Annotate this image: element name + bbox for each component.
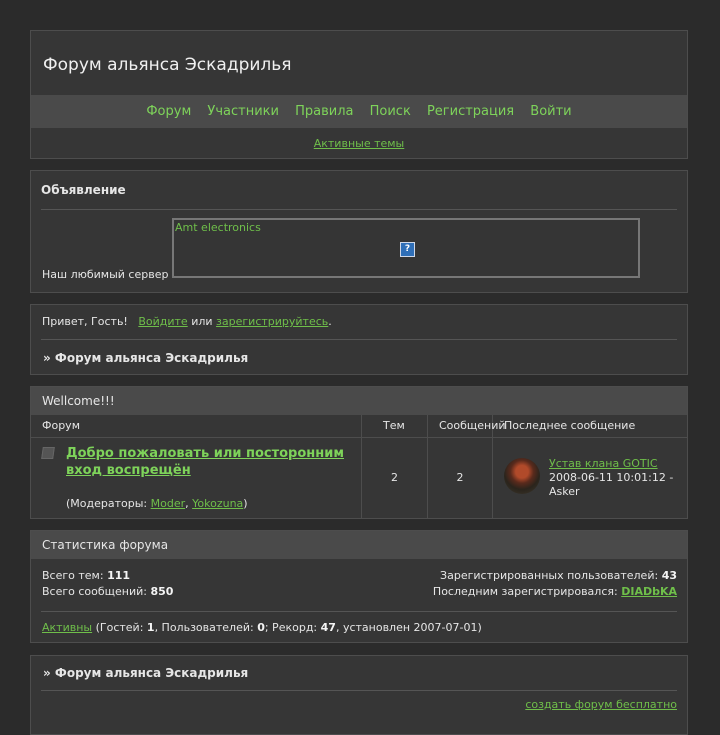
nav-search[interactable]: Поиск [370, 104, 411, 119]
online-summary: Активны (Гостей: 1, Пользователей: 0; Ре… [42, 621, 482, 634]
divider [41, 611, 677, 612]
divider [41, 339, 677, 340]
forum-header: Форум альянса Эскадрилья Форум Участники… [30, 30, 688, 159]
forum-title: Форум альянса Эскадрилья [43, 55, 292, 75]
registered-users: Зарегистрированных пользователей: 43 [440, 569, 677, 582]
avatar [504, 458, 540, 494]
footer-panel: » Форум альянса Эскадрилья создать форум… [30, 655, 688, 735]
last-registered: Последним зарегистрировался: DIADbKA [433, 585, 677, 598]
moderators-close: ) [243, 497, 248, 510]
announcement-heading: Объявление [41, 183, 126, 197]
col-forum: Форум [42, 419, 80, 432]
nav-members[interactable]: Участники [207, 104, 279, 119]
total-posts: Всего сообщений: 850 [42, 585, 173, 598]
breadcrumb[interactable]: » Форум альянса Эскадрилья [43, 351, 248, 365]
col-posts: Сообщений [439, 419, 506, 432]
greeting-text: Привет, Гость! [42, 315, 128, 328]
nav-login[interactable]: Войти [530, 104, 571, 119]
login-link[interactable]: Войдите [138, 315, 187, 328]
divider [41, 690, 677, 691]
main-nav: Форум Участники Правила Поиск Регистраци… [31, 95, 687, 128]
total-posts-value: 850 [150, 585, 174, 598]
divider [41, 209, 677, 210]
forum-moderators: (Модераторы: Moder, Yokozuna) [66, 497, 248, 510]
or-text: или [191, 315, 213, 328]
total-topics: Всего тем: 111 [42, 569, 130, 582]
announcement-panel: Объявление Наш любимый сервер Amt electr… [30, 170, 688, 293]
column-divider [361, 415, 362, 518]
nav-rules[interactable]: Правила [295, 104, 353, 119]
server-banner-frame[interactable]: Amt electronics ? [172, 218, 640, 278]
moderators-label: (Модераторы: [66, 497, 151, 510]
guests-value: 1 [146, 621, 155, 634]
last-post-link[interactable]: Устав клана GOTIC [549, 457, 658, 470]
server-label: Наш любимый сервер [42, 268, 169, 281]
last-post-author: Asker [549, 485, 580, 498]
forum-link[interactable]: Добро пожаловать или посторонним вход во… [66, 445, 356, 479]
total-topics-value: 111 [107, 569, 131, 582]
stats-caption: Статистика форума [31, 531, 687, 559]
nav-register[interactable]: Регистрация [427, 104, 514, 119]
create-forum-link[interactable]: создать форум бесплатно [525, 698, 677, 711]
last-post-date: 2008-06-11 10:01:12 - [549, 471, 674, 484]
column-divider [427, 415, 428, 518]
total-topics-label: Всего тем: [42, 569, 104, 582]
greeting-line: Привет, Гость! Войдите или зарегистрируй… [42, 315, 332, 328]
forum-category-table: Wellcome!!! Форум Тем Сообщений Последне… [30, 386, 688, 519]
record-date: , установлен 2007-07-01) [335, 621, 482, 634]
header-divider [31, 437, 687, 438]
col-last-post: Последнее сообщение [504, 419, 636, 432]
post-count: 2 [456, 471, 464, 484]
nav-forum[interactable]: Форум [146, 104, 191, 119]
moderator-link[interactable]: Yokozuna [192, 497, 243, 510]
record-value: 47 [320, 621, 336, 634]
last-post-info: Устав клана GOTIC 2008-06-11 10:01:12 - … [549, 457, 673, 499]
category-caption: Wellcome!!! [31, 387, 687, 415]
moderator-link[interactable]: Moder [151, 497, 186, 510]
registered-value: 43 [661, 569, 677, 582]
record-label: ; Рекорд: [264, 621, 318, 634]
topic-count: 2 [391, 471, 398, 484]
last-registered-label: Последним зарегистрировался: [432, 585, 618, 598]
banner-alt-text[interactable]: Amt electronics [175, 221, 261, 234]
missing-plugin-icon: ? [400, 242, 415, 257]
breadcrumb[interactable]: » Форум альянса Эскадрилья [43, 666, 248, 680]
active-users-link[interactable]: Активны [42, 621, 92, 634]
register-link[interactable]: зарегистрируйтесь [216, 315, 328, 328]
users-label: , Пользователей: [154, 621, 254, 634]
total-posts-label: Всего сообщений: [42, 585, 147, 598]
active-topics-link[interactable]: Активные темы [314, 137, 405, 150]
col-topics: Тем [383, 419, 405, 432]
forum-status-icon [41, 447, 55, 459]
registered-label: Зарегистрированных пользователей: [440, 569, 659, 582]
greeting-panel: Привет, Гость! Войдите или зарегистрируй… [30, 304, 688, 375]
guests-label: (Гостей: [95, 621, 144, 634]
sub-nav: Активные темы [31, 137, 687, 150]
period-text: . [328, 315, 332, 328]
last-registered-user-link[interactable]: DIADbKA [621, 585, 677, 598]
users-value: 0 [257, 621, 265, 634]
forum-stats-panel: Статистика форума Всего тем: 111 Всего с… [30, 530, 688, 643]
